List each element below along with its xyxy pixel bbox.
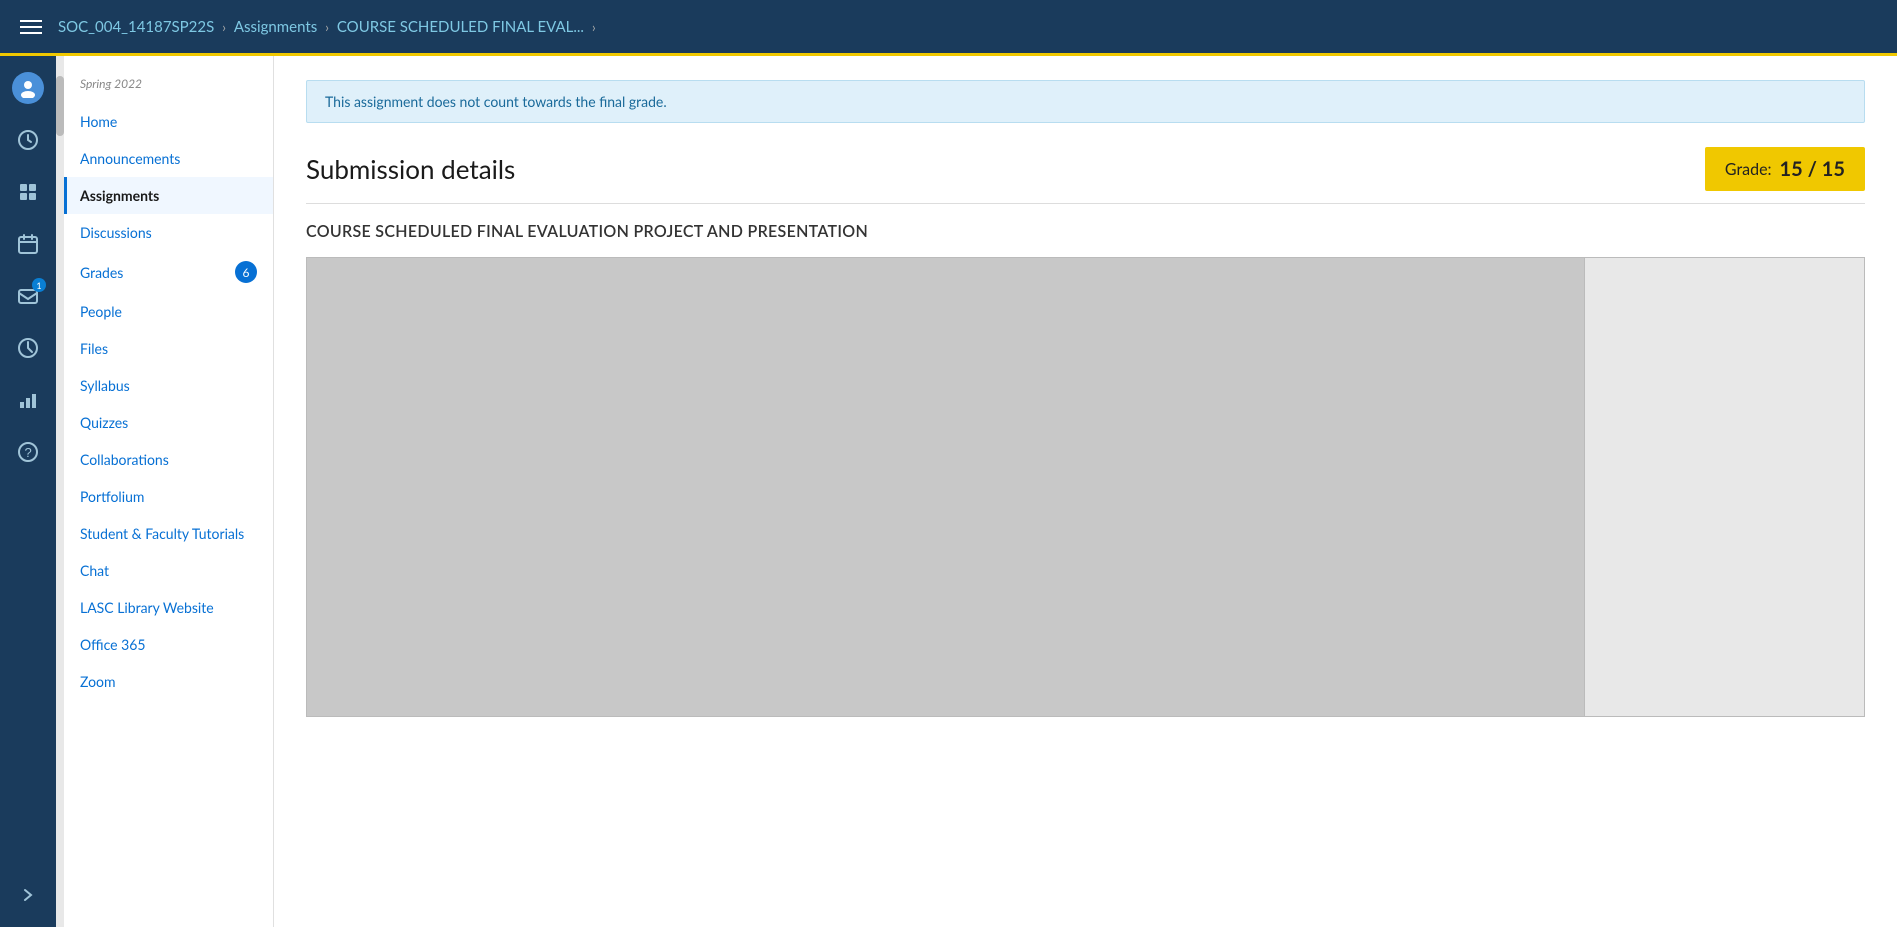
sidebar-item-lasc-library[interactable]: LASC Library Website (64, 589, 273, 626)
rail-item-inbox[interactable]: 1 (4, 272, 52, 320)
rail-item-help[interactable]: ? (4, 428, 52, 476)
inbox-badge: 1 (32, 278, 46, 292)
grades-badge: 6 (235, 261, 257, 283)
grade-badge: Grade: 15 / 15 (1705, 147, 1865, 191)
sidebar-item-student-faculty-tutorials[interactable]: Student & Faculty Tutorials (64, 515, 273, 552)
rail-item-account[interactable] (4, 64, 52, 112)
sidebar-scroll-track (56, 56, 64, 927)
breadcrumb-sep-1: › (222, 19, 226, 35)
breadcrumb: SOC_004_14187SP22S › Assignments › COURS… (58, 18, 596, 36)
sidebar-item-syllabus[interactable]: Syllabus (64, 367, 273, 404)
breadcrumb-course[interactable]: SOC_004_14187SP22S (58, 18, 214, 36)
sidebar-item-files[interactable]: Files (64, 330, 273, 367)
sidebar-item-home[interactable]: Home (64, 103, 273, 140)
breadcrumb-sep-2: › (325, 19, 329, 35)
svg-text:?: ? (25, 445, 32, 460)
rail-item-dashboard[interactable] (4, 116, 52, 164)
assignment-title: COURSE SCHEDULED FINAL EVALUATION PROJEC… (306, 222, 1865, 241)
sidebar-item-quizzes[interactable]: Quizzes (64, 404, 273, 441)
main-layout: 1 ? Spring 2022 Home Announcements Assig… (0, 56, 1897, 927)
sidebar-item-zoom[interactable]: Zoom (64, 663, 273, 700)
avatar (12, 72, 44, 104)
sidebar-item-grades[interactable]: Grades 6 (64, 251, 273, 293)
rail-item-history[interactable] (4, 324, 52, 372)
icon-rail: 1 ? (0, 56, 56, 927)
sidebar-scroll-thumb[interactable] (56, 76, 64, 136)
sidebar-item-collaborations[interactable]: Collaborations (64, 441, 273, 478)
breadcrumb-current: COURSE SCHEDULED FINAL EVAL... (337, 18, 584, 36)
preview-sidebar-panel (1584, 258, 1864, 716)
sidebar-item-portfolium[interactable]: Portfolium (64, 478, 273, 515)
preview-main (307, 258, 1584, 716)
grade-value: 15 / 15 (1780, 157, 1845, 181)
rail-item-collapse[interactable] (4, 871, 52, 919)
sidebar-item-chat[interactable]: Chat (64, 552, 273, 589)
content-area: This assignment does not count towards t… (274, 56, 1897, 927)
rail-item-analytics[interactable] (4, 376, 52, 424)
sidebar-item-assignments[interactable]: Assignments (64, 177, 273, 214)
menu-toggle[interactable] (16, 16, 46, 38)
breadcrumb-assignments[interactable]: Assignments (234, 18, 317, 36)
submission-preview-area (306, 257, 1865, 717)
course-sidebar: Spring 2022 Home Announcements Assignmen… (64, 56, 274, 927)
rail-item-calendar[interactable] (4, 220, 52, 268)
sidebar-item-announcements[interactable]: Announcements (64, 140, 273, 177)
rail-item-courses[interactable] (4, 168, 52, 216)
notice-banner: This assignment does not count towards t… (306, 80, 1865, 123)
grade-label: Grade: (1725, 160, 1772, 179)
divider (306, 203, 1865, 204)
submission-header: Submission details Grade: 15 / 15 (306, 147, 1865, 191)
sidebar-item-people[interactable]: People (64, 293, 273, 330)
breadcrumb-sep-3: › (592, 19, 596, 35)
top-bar: SOC_004_14187SP22S › Assignments › COURS… (0, 0, 1897, 56)
submission-title: Submission details (306, 153, 515, 185)
sidebar-season: Spring 2022 (64, 68, 273, 103)
sidebar-item-discussions[interactable]: Discussions (64, 214, 273, 251)
sidebar-item-office365[interactable]: Office 365 (64, 626, 273, 663)
sidebar-item-grades-label: Grades (80, 264, 123, 281)
